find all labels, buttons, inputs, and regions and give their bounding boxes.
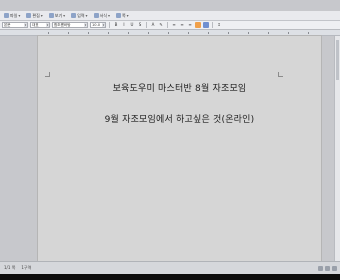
zoom-icon[interactable] <box>325 265 330 271</box>
align-right-button[interactable]: ≡ <box>187 22 193 28</box>
align-center-button[interactable]: ≡ <box>179 22 185 28</box>
ruler-tick <box>308 32 309 34</box>
word-processor-window: 파일 ▾ 편집 ▾ 보기 ▾ 입력 ▾ 서식 ▾ 쪽 ▾ 본문 ▾ 대표 ▾ 함… <box>0 0 340 274</box>
bold-icon: B <box>114 22 118 27</box>
document-title-line[interactable]: 보육도우미 마스터반 8월 자조모임 <box>38 81 321 94</box>
document-body-line[interactable]: 9월 자조모임에서 하고싶은 것(온라인) <box>38 112 321 125</box>
ruler-tick <box>108 32 109 34</box>
menu-item-format[interactable]: 서식 ▾ <box>92 12 112 20</box>
menu-item-edit[interactable]: 편집 ▾ <box>24 12 44 20</box>
ruler-tick <box>288 32 289 34</box>
document-page[interactable] <box>38 36 321 261</box>
ruler-tick <box>168 32 169 34</box>
chevron-down-icon: ▾ <box>102 23 105 27</box>
chevron-down-icon: ▾ <box>24 23 27 27</box>
menu-item-label: 편집 <box>32 12 40 18</box>
vertical-scrollbar[interactable] <box>334 36 340 261</box>
menu-item-page[interactable]: 쪽 ▾ <box>114 12 131 20</box>
ruler-tick <box>268 32 269 34</box>
menu-item-label: 서식 <box>99 12 107 18</box>
strikethrough-button[interactable]: S <box>137 22 143 28</box>
chevron-down-icon: ▾ <box>126 13 129 18</box>
underline-button[interactable]: U <box>129 22 135 28</box>
align-center-icon: ≡ <box>180 22 184 27</box>
ruler-tick <box>188 32 189 34</box>
align-left-button[interactable]: ≡ <box>171 22 177 28</box>
ruler-tick <box>68 32 69 34</box>
chevron-down-icon: ▾ <box>63 13 66 18</box>
scrollbar-thumb[interactable] <box>336 40 339 80</box>
line-spacing-button[interactable]: ↕ <box>216 22 222 28</box>
menu-bar: 파일 ▾ 편집 ▾ 보기 ▾ 입력 ▾ 서식 ▾ 쪽 ▾ <box>0 11 340 21</box>
page-icon <box>115 13 121 18</box>
font-select-value: 함초롬바탕 <box>54 22 71 27</box>
view-mode-icon[interactable] <box>318 265 323 271</box>
ruler-tick <box>48 32 49 34</box>
ruler-tick <box>128 32 129 34</box>
chevron-down-icon: ▾ <box>107 13 110 18</box>
underline-icon: U <box>130 22 134 27</box>
menu-item-label: 쪽 <box>121 12 126 18</box>
toolbar-divider <box>109 22 110 28</box>
chevron-down-icon: ▾ <box>85 13 88 18</box>
formatting-toolbar: 본문 ▾ 대표 ▾ 함초롬바탕 ▾ 10.0 ▾ B I U S A ✎ ≡ ≡… <box>0 21 340 30</box>
ruler-tick <box>228 32 229 34</box>
shape-button[interactable] <box>195 22 201 28</box>
italic-button[interactable]: I <box>121 22 127 28</box>
insert-icon <box>71 13 77 18</box>
file-icon <box>4 13 9 18</box>
toolbar-divider <box>167 22 168 28</box>
font-select[interactable]: 함초롬바탕 ▾ <box>52 22 88 28</box>
view-icon <box>48 13 54 18</box>
align-right-icon: ≡ <box>188 22 192 27</box>
font-color-button[interactable]: A <box>150 22 156 28</box>
chevron-down-icon: ▾ <box>84 23 87 27</box>
toolbar-divider <box>146 22 147 28</box>
format-icon <box>93 13 99 18</box>
menu-item-file[interactable]: 파일 ▾ <box>2 12 22 20</box>
style-select-value: 본문 <box>4 22 11 27</box>
menu-item-label: 보기 <box>54 12 63 18</box>
menu-item-insert[interactable]: 입력 ▾ <box>69 12 89 20</box>
margin-corner-marker <box>278 72 283 77</box>
status-page-count: 1/1 쪽 <box>4 265 16 270</box>
ruler-tick <box>148 32 149 34</box>
chevron-down-icon: ▾ <box>40 13 43 18</box>
menu-item-label: 파일 <box>10 12 18 18</box>
font-size-select[interactable]: 10.0 ▾ <box>90 22 106 28</box>
status-icons <box>318 265 340 271</box>
chevron-down-icon: ▾ <box>18 13 21 18</box>
status-bar: 1/1 쪽 1구역 <box>0 261 340 274</box>
font-color-icon: A <box>151 22 155 27</box>
ruler-tick <box>208 32 209 34</box>
status-section: 1구역 <box>21 265 32 270</box>
chevron-down-icon: ▾ <box>46 23 49 27</box>
menu-item-view[interactable]: 보기 ▾ <box>47 12 67 20</box>
italic-icon: I <box>123 22 125 27</box>
image-button[interactable] <box>203 22 209 28</box>
language-select[interactable]: 대표 ▾ <box>30 22 50 28</box>
layout-icon[interactable] <box>332 265 337 271</box>
menu-item-label: 입력 <box>77 12 85 18</box>
bold-button[interactable]: B <box>113 22 119 28</box>
line-spacing-icon: ↕ <box>217 22 221 27</box>
ruler-tick <box>248 32 249 34</box>
align-left-icon: ≡ <box>172 22 176 27</box>
style-select[interactable]: 본문 ▾ <box>2 22 28 28</box>
margin-corner-marker <box>45 72 50 77</box>
edit-icon <box>26 13 32 18</box>
language-select-value: 대표 <box>32 22 39 27</box>
highlight-icon: ✎ <box>159 22 163 27</box>
ruler-tick <box>88 32 89 34</box>
toolbar-divider <box>212 22 213 28</box>
highlight-button[interactable]: ✎ <box>158 22 164 28</box>
font-size-value: 10.0 <box>92 22 101 27</box>
strikethrough-icon: S <box>138 22 142 27</box>
